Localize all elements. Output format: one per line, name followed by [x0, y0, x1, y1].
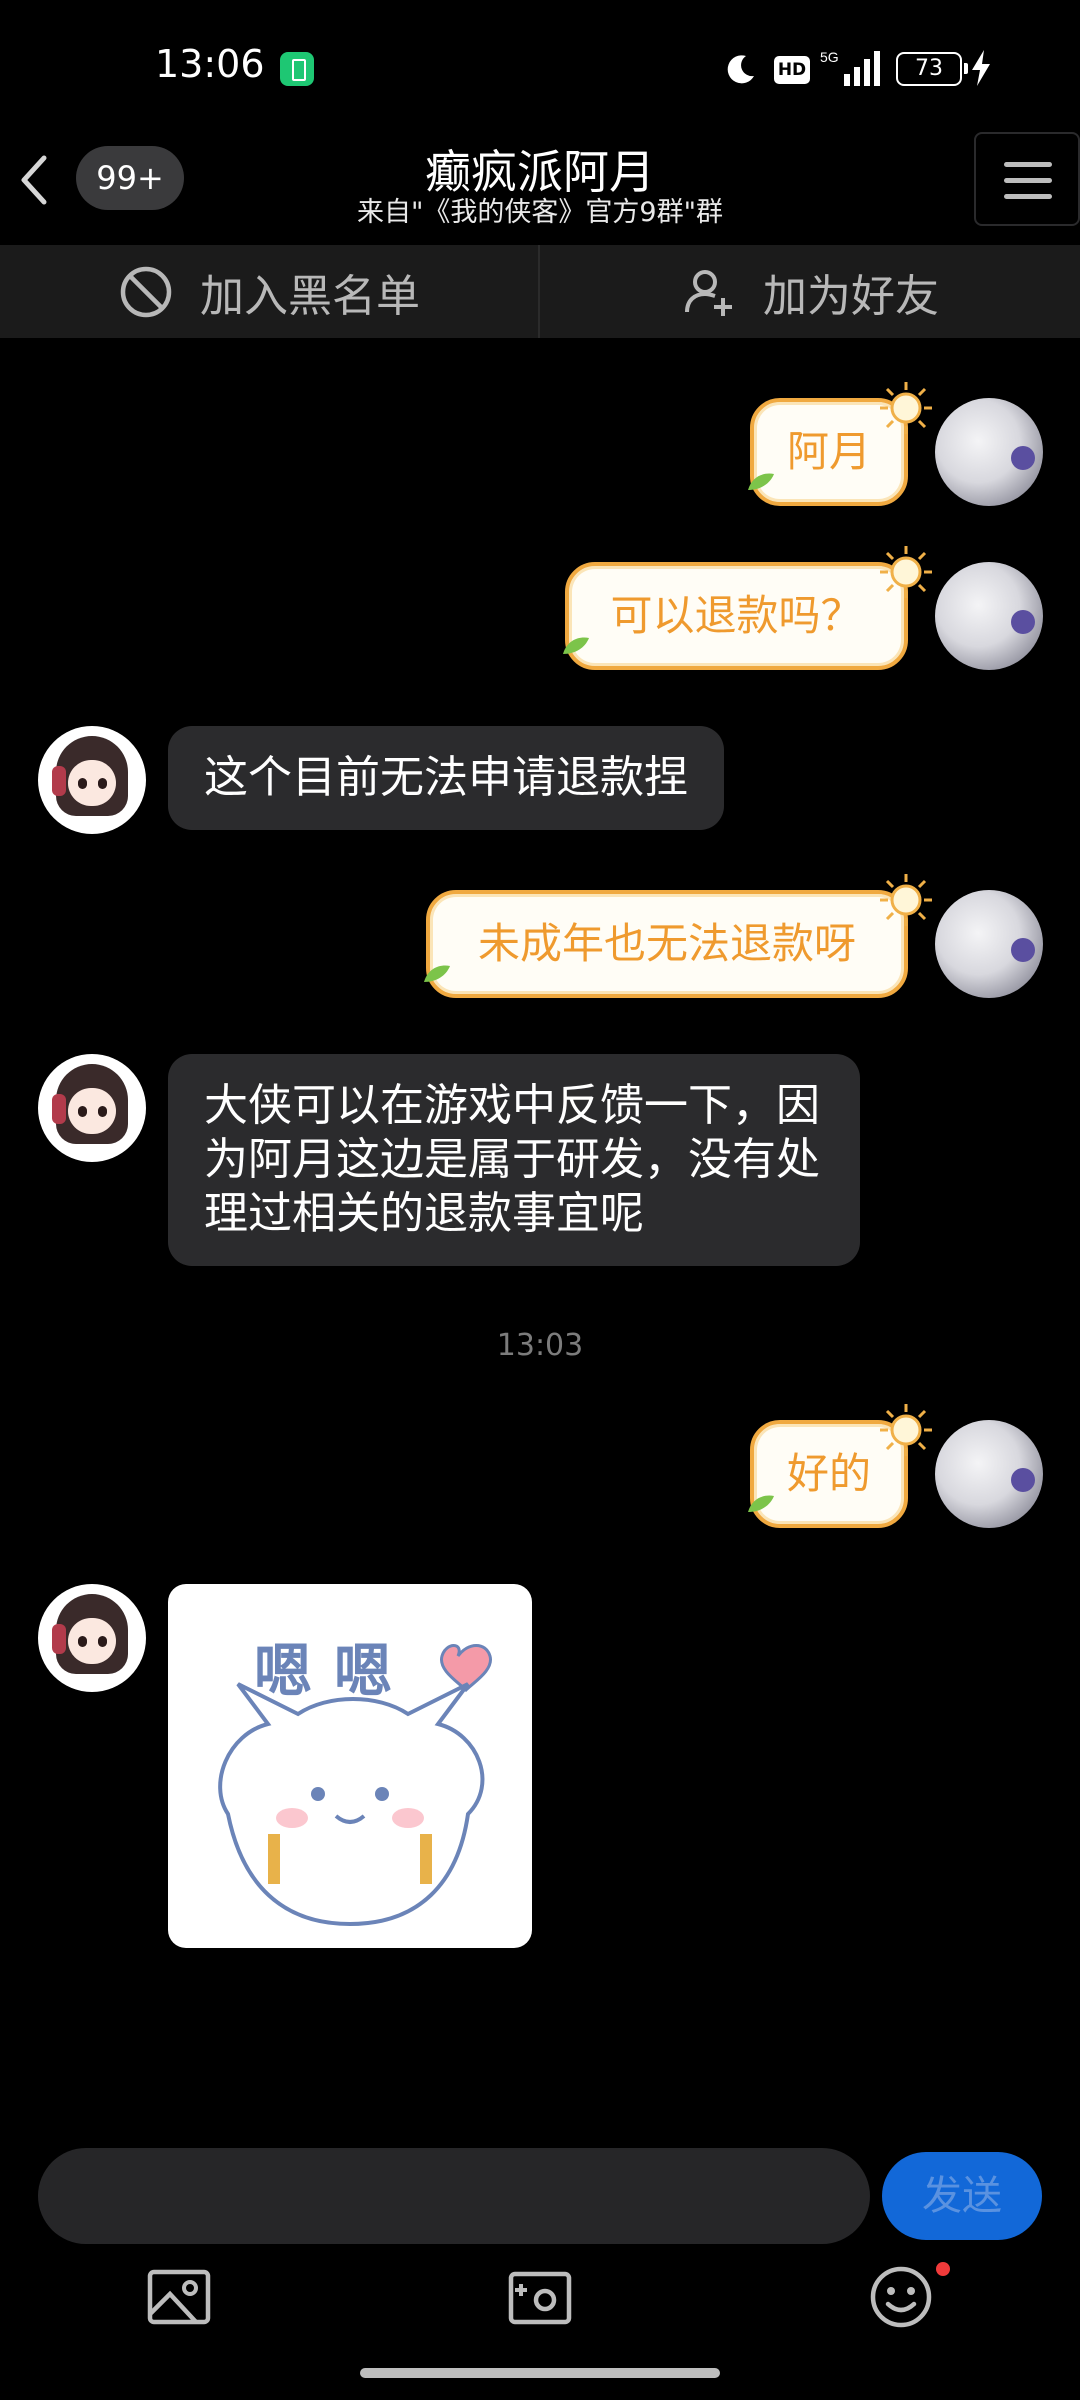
status-bar: 13:06 HD 5G 73	[0, 0, 1080, 130]
leaf-decoration-icon	[424, 965, 450, 982]
status-time: 13:06	[155, 42, 265, 86]
signal-icon: 5G	[820, 49, 880, 86]
add-friend-button[interactable]: 加为好友	[540, 245, 1080, 338]
battery-icon: 73	[896, 52, 968, 86]
other-message-bubble[interactable]: 大侠可以在游戏中反馈一下，因为阿月这边是属于研发，没有处理过相关的退款事宜呢	[168, 1054, 860, 1266]
contact-avatar[interactable]	[38, 1054, 146, 1162]
message-input[interactable]	[38, 2148, 870, 2244]
self-avatar[interactable]	[935, 398, 1043, 506]
self-avatar[interactable]	[935, 1420, 1043, 1528]
sun-decoration-icon	[880, 874, 932, 926]
do-not-disturb-icon	[727, 55, 754, 84]
add-friend-label: 加为好友	[763, 270, 939, 322]
image-icon[interactable]	[146, 2264, 212, 2330]
contact-avatar[interactable]	[38, 726, 146, 834]
emoji-icon[interactable]	[868, 2264, 934, 2330]
home-indicator[interactable]	[360, 2368, 720, 2378]
time-separator: 13:03	[496, 1328, 584, 1363]
cat-sticker-icon	[218, 1644, 492, 1927]
leaf-decoration-icon	[748, 1495, 774, 1512]
block-icon	[120, 266, 172, 317]
network-type-label: 5G	[820, 49, 839, 65]
chat-subtitle: 来自"《我的侠客》官方9群"群	[356, 197, 723, 228]
other-message-bubble[interactable]: 这个目前无法申请退款捏	[168, 726, 724, 830]
leaf-decoration-icon	[563, 637, 589, 654]
chat-screen: 13:06 HD 5G 73 99+ 癫疯派阿月 来自"《我的侠客》官方9群"群	[0, 0, 1080, 2400]
add-user-icon	[685, 269, 732, 316]
camera-icon[interactable]	[507, 2264, 573, 2330]
self-avatar[interactable]	[935, 562, 1043, 670]
stranger-action-bar: 加入黑名单 加为好友	[0, 245, 1080, 338]
self-message-bubble[interactable]: 未成年也无法退款呀	[426, 890, 908, 998]
sticker-image[interactable]: 嗯嗯	[168, 1584, 532, 1948]
leaf-decoration-icon	[748, 473, 774, 490]
sun-decoration-icon	[880, 546, 932, 598]
menu-icon[interactable]	[974, 132, 1080, 226]
contact-avatar[interactable]	[38, 1584, 146, 1692]
send-button[interactable]: 发送	[882, 2152, 1042, 2240]
charging-bolt-icon	[972, 50, 990, 86]
block-button[interactable]: 加入黑名单	[0, 245, 538, 338]
sun-decoration-icon	[880, 382, 932, 434]
notification-dot	[936, 2262, 950, 2276]
block-label: 加入黑名单	[200, 270, 420, 322]
self-avatar[interactable]	[935, 890, 1043, 998]
charging-icon	[280, 52, 314, 86]
sun-decoration-icon	[880, 1404, 932, 1456]
self-message-bubble[interactable]: 可以退款吗？	[565, 562, 908, 670]
chat-header: 99+ 癫疯派阿月 来自"《我的侠客》官方9群"群	[0, 130, 1080, 245]
hd-icon: HD	[774, 56, 810, 84]
